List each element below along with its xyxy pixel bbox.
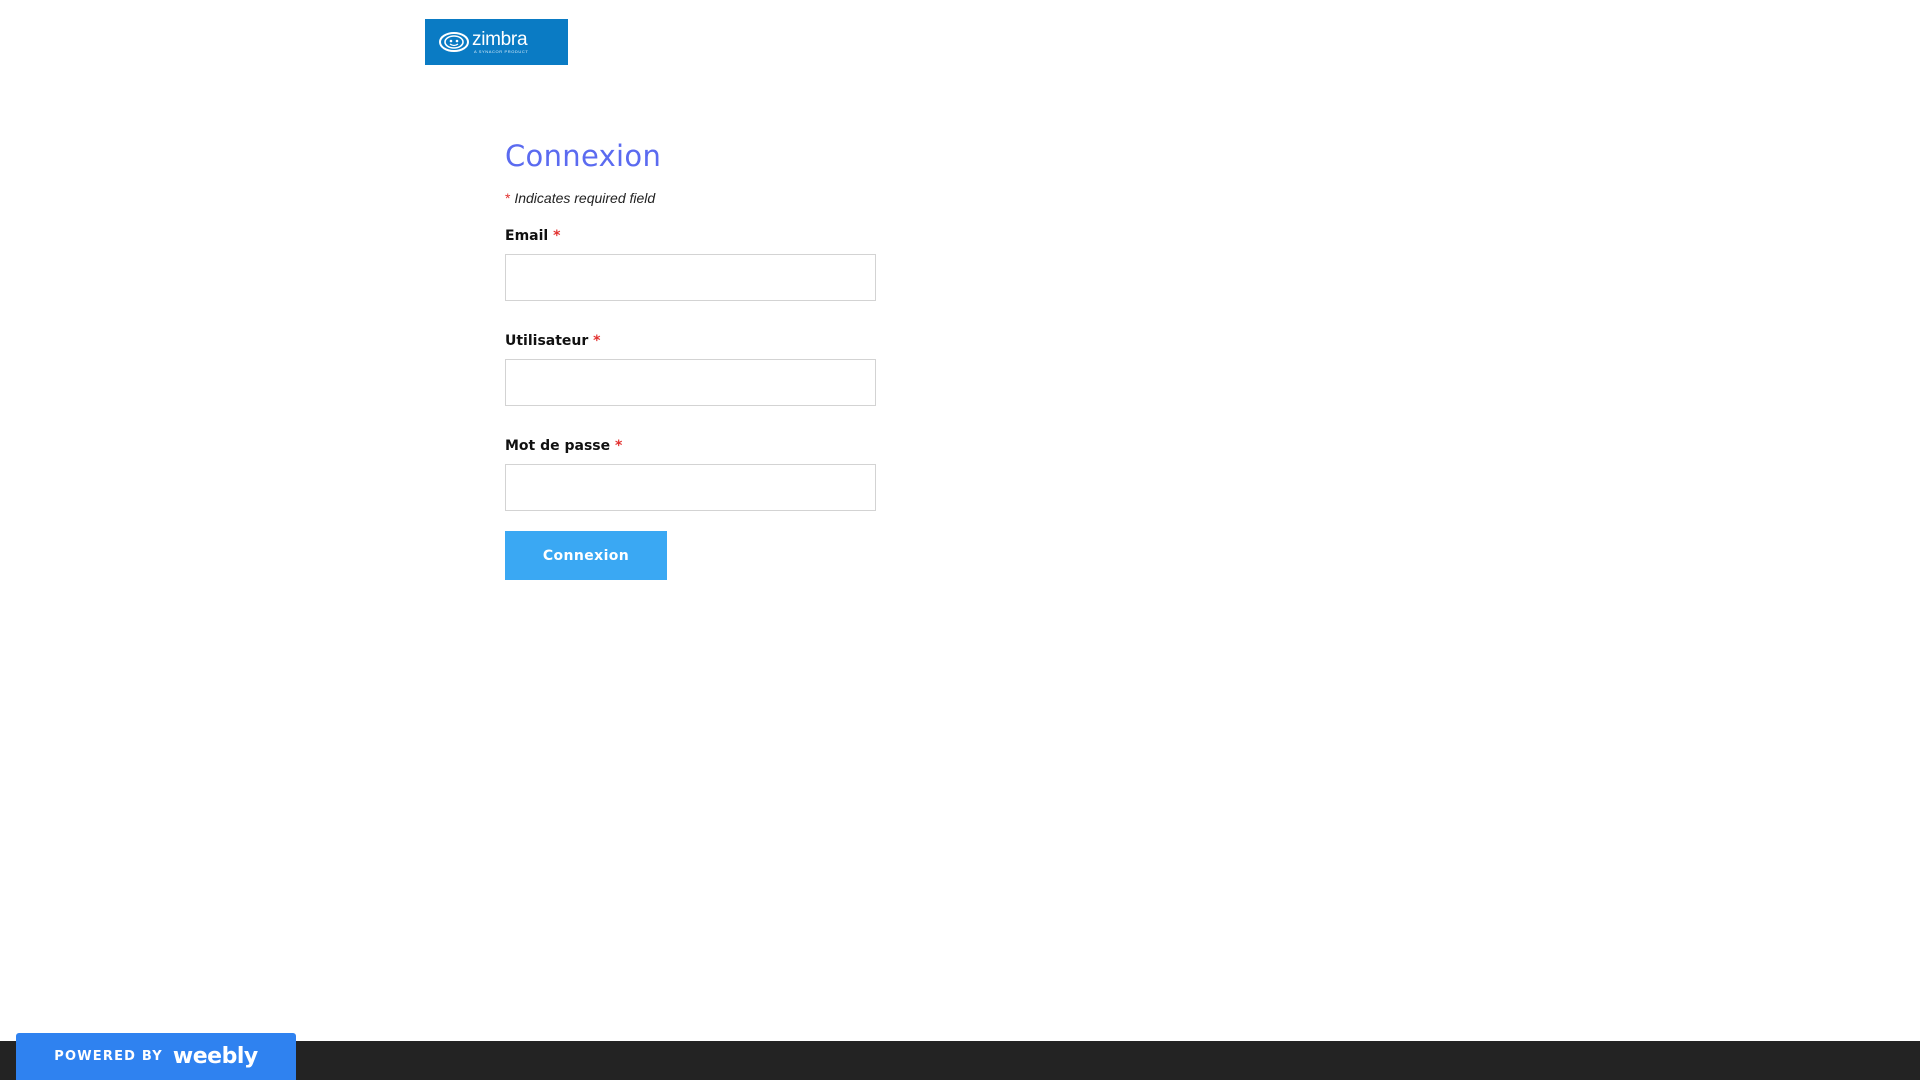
username-label: Utilisateur *	[505, 333, 877, 349]
password-field-group: Mot de passe *	[505, 438, 877, 511]
login-submit-button[interactable]: Connexion	[505, 531, 667, 580]
password-required-star: *	[615, 438, 623, 454]
password-input[interactable]	[505, 464, 876, 511]
weebly-logo: weebly	[172, 1044, 258, 1069]
form-title: Connexion	[505, 139, 662, 173]
required-note-text: Indicates required field	[510, 190, 656, 206]
powered-by-weebly-link[interactable]: POWERED BY weebly	[16, 1033, 296, 1080]
email-input[interactable]	[505, 254, 876, 301]
email-required-star: *	[553, 228, 561, 244]
password-label: Mot de passe *	[505, 438, 877, 454]
powered-by-text: POWERED BY	[54, 1049, 163, 1064]
username-required-star: *	[593, 333, 601, 349]
username-field-group: Utilisateur *	[505, 333, 877, 406]
required-note: * Indicates required field	[505, 190, 877, 206]
email-label: Email *	[505, 228, 877, 244]
email-label-text: Email	[505, 228, 549, 244]
password-label-text: Mot de passe	[505, 438, 611, 454]
page: zimbra A SYNACOR PRODUCT Connexion * Ind…	[0, 0, 1920, 1080]
zimbra-logo[interactable]: zimbra A SYNACOR PRODUCT	[425, 19, 568, 65]
username-input[interactable]	[505, 359, 876, 406]
username-label-text: Utilisateur	[505, 333, 589, 349]
logo-subtitle: A SYNACOR PRODUCT	[474, 49, 529, 54]
zimbra-logo-icon	[439, 32, 469, 52]
email-field-group: Email *	[505, 228, 877, 301]
zimbra-logo-text: zimbra A SYNACOR PRODUCT	[472, 30, 528, 54]
login-form: Connexion * Indicates required field Ema…	[505, 138, 877, 580]
logo-word: zimbra	[472, 29, 528, 50]
